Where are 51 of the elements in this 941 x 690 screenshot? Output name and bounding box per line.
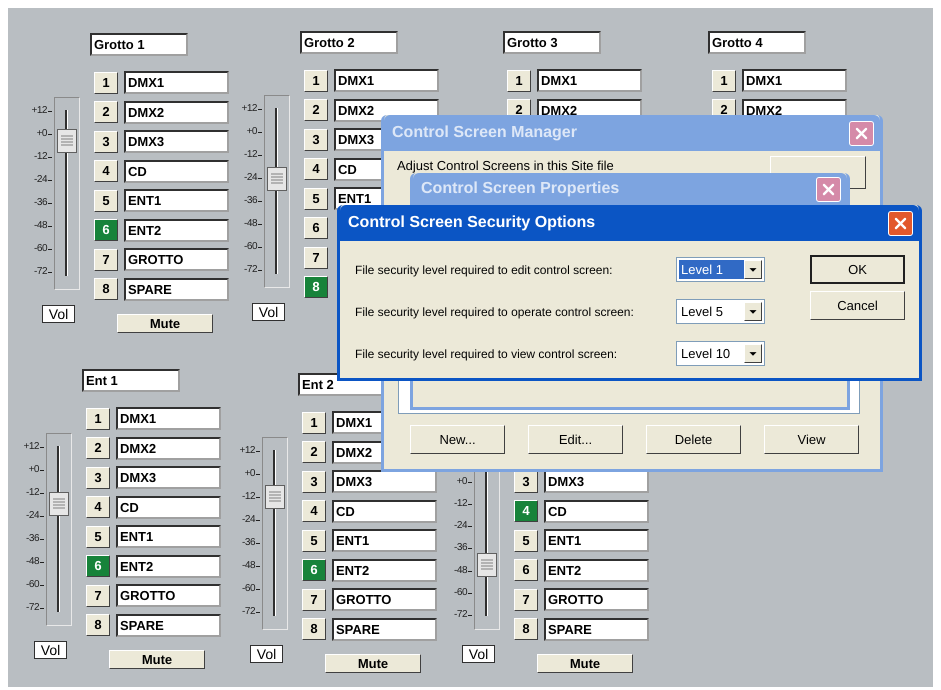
scale-label: -36 (244, 194, 257, 208)
window-title: Control Screen Properties (421, 179, 620, 199)
scale-label: -12 (26, 486, 39, 500)
scale-label: +12 (240, 444, 255, 458)
scale-label: -24 (454, 519, 467, 534)
vol-label: Vol (34, 641, 67, 659)
scale-label: -36 (454, 541, 467, 556)
scale-label: -60 (34, 242, 47, 256)
scale-label: -60 (454, 586, 467, 600)
scale-label: +12 (24, 440, 39, 454)
window-title: Control Screen Security Options (348, 213, 596, 233)
setting-label: File security level required to operate control screen: (355, 304, 635, 320)
scale-label: -24 (34, 173, 47, 187)
scale-label: -60 (244, 240, 257, 254)
scale-label: -36 (242, 536, 255, 550)
scale-label: -12 (244, 148, 257, 162)
scale-label: -48 (34, 219, 47, 233)
scale-label: -36 (26, 532, 39, 546)
scale-label: -72 (34, 265, 47, 279)
setting-label: File security level required to edit control screen: (355, 262, 614, 278)
scale-label: -24 (26, 509, 39, 523)
scale-label: -72 (26, 601, 39, 615)
scale-label: -72 (242, 605, 255, 619)
scale-label: +0 (246, 125, 257, 139)
scale-label: -48 (244, 217, 257, 231)
scale-label: +0 (28, 463, 39, 477)
vol-label: Vol (250, 645, 283, 663)
scale-label: -60 (26, 578, 39, 592)
scale-label: -36 (34, 196, 47, 210)
vol-label: Vol (252, 303, 285, 321)
scale-label: +0 (244, 467, 255, 481)
vol-label: Vol (462, 645, 495, 663)
scale-label: -24 (242, 513, 255, 527)
scale-label: -48 (242, 559, 255, 573)
description-text: Adjust Control Screens in this Site file (397, 157, 615, 175)
window-title: Control Screen Manager (392, 123, 577, 143)
setting-label: File security level required to view control screen: (355, 346, 618, 362)
scale-label: -12 (242, 490, 255, 504)
scale-label: -48 (454, 564, 467, 578)
scale-label: -48 (26, 555, 39, 569)
scale-label: -24 (244, 171, 257, 185)
scale-label: -72 (244, 263, 257, 277)
vol-label: Vol (42, 305, 75, 323)
scale-label: -12 (454, 497, 467, 512)
scale-label: +0 (456, 475, 467, 489)
scale-label: -72 (454, 608, 467, 622)
scale-label: +12 (32, 104, 47, 118)
scale-label: -60 (242, 582, 255, 596)
scale-label: -12 (34, 150, 47, 164)
scale-label: +12 (242, 102, 257, 116)
scale-label: +0 (36, 127, 47, 141)
